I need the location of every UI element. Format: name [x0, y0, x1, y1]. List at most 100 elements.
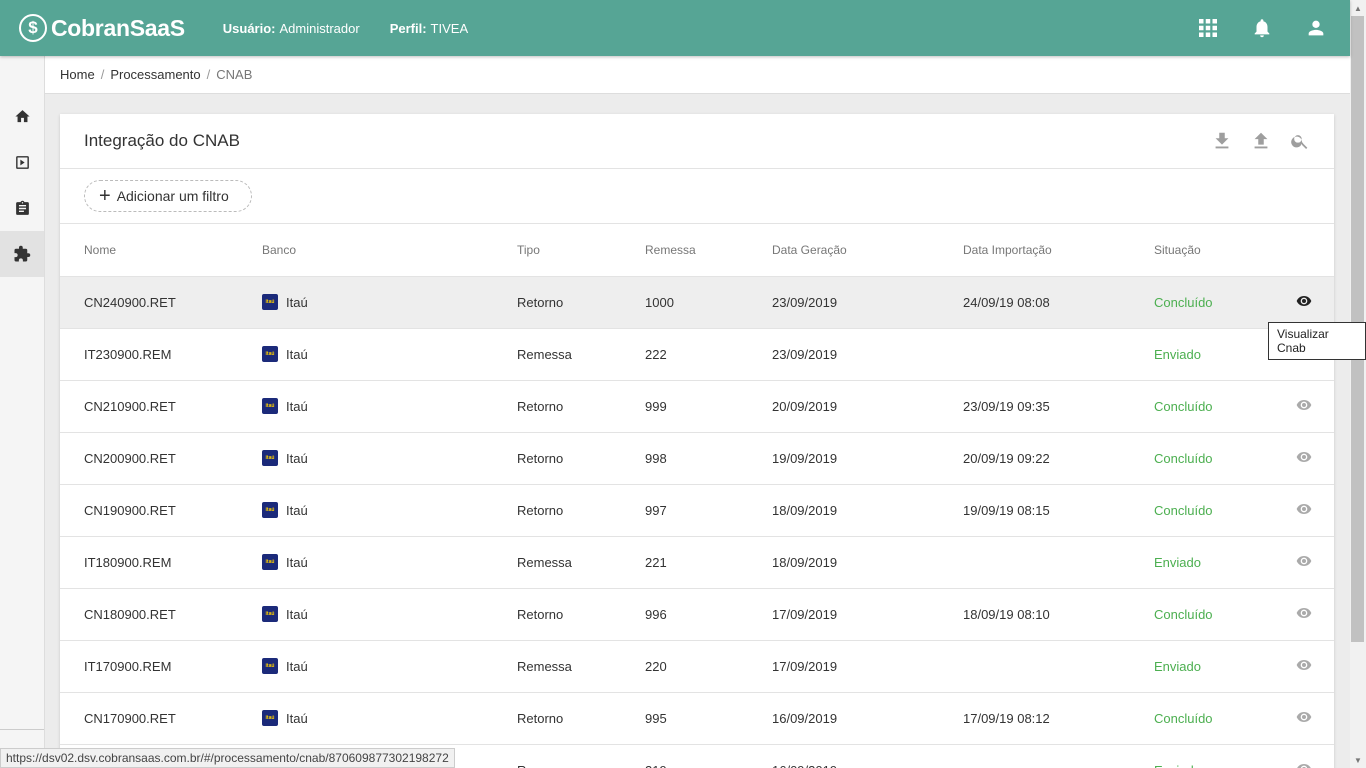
bank-name: Itaú [286, 502, 308, 518]
cell-situacao: Enviado [1154, 744, 1282, 768]
view-eye-icon[interactable] [1296, 657, 1312, 673]
breadcrumb: Home / Processamento / CNAB [45, 56, 1350, 94]
cell-tipo: Remessa [517, 328, 645, 381]
user-icon[interactable] [1304, 16, 1328, 40]
cell-remessa: 220 [645, 640, 772, 693]
table-row[interactable]: IT170900.REM itaú Itaú Remessa 220 17/09/2019… [60, 640, 1334, 693]
cell-data-geracao: 20/09/2019 [772, 380, 963, 433]
download-icon[interactable] [1209, 128, 1234, 153]
profile-label: Perfil: [389, 20, 427, 36]
play-box-icon [15, 155, 29, 169]
bank-name: Itaú [286, 398, 308, 414]
cell-nome: CN170900.RET [60, 692, 262, 745]
scroll-up-arrow-icon[interactable]: ▲ [1350, 0, 1366, 16]
browser-status-url: https://dsv02.dsv.cobransaas.com.br/#/pr… [0, 748, 455, 768]
cell-situacao: Enviado [1154, 328, 1282, 381]
view-eye-icon[interactable] [1296, 449, 1312, 465]
breadcrumb-processamento[interactable]: Processamento [110, 67, 200, 82]
sidebar-item-clipboard[interactable] [0, 185, 44, 231]
cnab-table: Nome Banco Tipo Remessa Data Geração Dat… [60, 224, 1334, 768]
table-row[interactable]: CN200900.RET itaú Itaú Retorno 998 19/09/2019… [60, 432, 1334, 485]
column-header-data-importacao[interactable]: Data Importação [963, 224, 1154, 277]
itau-logo-icon: itaú [262, 294, 278, 310]
cell-actions [1282, 380, 1334, 433]
column-header-data-geracao[interactable]: Data Geração [772, 224, 963, 277]
table-row[interactable]: CN240900.RET itaú Itaú Retorno 1000 23/09/201… [60, 276, 1334, 329]
cell-data-geracao: 16/09/2019 [772, 744, 963, 768]
cell-nome: CN240900.RET [60, 276, 262, 329]
apps-grid-icon[interactable] [1196, 16, 1220, 40]
scroll-down-arrow-icon[interactable]: ▼ [1350, 752, 1366, 768]
breadcrumb-current: CNAB [216, 67, 253, 82]
column-header-nome[interactable]: Nome [60, 224, 262, 277]
cell-remessa: 219 [645, 744, 772, 768]
cell-tipo: Retorno [517, 692, 645, 745]
cell-remessa: 221 [645, 536, 772, 589]
table-row[interactable]: IT180900.REM itaú Itaú Remessa 221 18/09/2019… [60, 536, 1334, 589]
column-header-remessa[interactable]: Remessa [645, 224, 772, 277]
table-row[interactable]: CN190900.RET itaú Itaú Retorno 997 18/09/2019… [60, 484, 1334, 537]
app-logo[interactable]: $ CobranSaaS [19, 14, 185, 42]
cell-situacao: Enviado [1154, 536, 1282, 589]
cell-nome: CN190900.RET [60, 484, 262, 537]
cell-tipo: Retorno [517, 432, 645, 485]
cell-banco: itaú Itaú [262, 588, 517, 641]
table-row[interactable]: CN180900.RET itaú Itaú Retorno 996 17/09/2019… [60, 588, 1334, 641]
search-icon[interactable] [1287, 128, 1312, 153]
bell-icon[interactable] [1250, 16, 1274, 40]
cell-actions [1282, 588, 1334, 641]
column-header-actions [1282, 224, 1334, 277]
view-eye-icon[interactable] [1296, 501, 1312, 517]
itau-logo-icon: itaú [262, 450, 278, 466]
cell-data-importacao [963, 536, 1154, 589]
view-eye-icon[interactable] [1296, 293, 1312, 309]
cell-actions [1282, 536, 1334, 589]
cell-data-importacao: 23/09/19 09:35 [963, 380, 1154, 433]
cell-data-importacao [963, 328, 1154, 381]
cell-data-importacao: 24/09/19 08:08 [963, 276, 1154, 329]
add-filter-label: Adicionar um filtro [116, 188, 229, 204]
sidebar-item-home[interactable] [0, 93, 44, 139]
cell-banco: itaú Itaú [262, 432, 517, 485]
upload-icon[interactable] [1248, 128, 1273, 153]
column-header-banco[interactable]: Banco [262, 224, 517, 277]
add-filter-button[interactable]: + Adicionar um filtro [84, 180, 252, 212]
view-eye-icon[interactable] [1296, 709, 1312, 725]
cell-actions [1282, 640, 1334, 693]
view-eye-icon[interactable] [1296, 397, 1312, 413]
column-header-tipo[interactable]: Tipo [517, 224, 645, 277]
cell-tipo: Retorno [517, 588, 645, 641]
sidebar-item-play[interactable] [0, 139, 44, 185]
cell-data-geracao: 18/09/2019 [772, 536, 963, 589]
cell-situacao: Enviado [1154, 640, 1282, 693]
cell-situacao: Concluído [1154, 276, 1282, 329]
table-row[interactable]: CN210900.RET itaú Itaú Retorno 999 20/09/2019… [60, 380, 1334, 433]
cell-nome: IT180900.REM [60, 536, 262, 589]
cell-remessa: 995 [645, 692, 772, 745]
cell-tipo: Remessa [517, 640, 645, 693]
user-info: Usuário: Administrador [223, 21, 360, 36]
cell-actions [1282, 484, 1334, 537]
view-eye-icon[interactable] [1296, 761, 1312, 768]
column-header-situacao[interactable]: Situação [1154, 224, 1282, 277]
cell-banco: itaú Itaú [262, 380, 517, 433]
cnab-card: Integração do CNAB + Adicionar um filtro… [60, 114, 1334, 768]
view-eye-icon[interactable] [1296, 605, 1312, 621]
sidebar-divider [0, 729, 44, 730]
cell-data-geracao: 17/09/2019 [772, 588, 963, 641]
bank-name: Itaú [286, 346, 308, 362]
home-icon [14, 109, 30, 122]
cell-tipo: Retorno [517, 276, 645, 329]
table-row[interactable]: IT230900.REM itaú Itaú Remessa 222 23/09/2019… [60, 328, 1334, 381]
cell-remessa: 1000 [645, 276, 772, 329]
breadcrumb-home[interactable]: Home [60, 67, 95, 82]
table-row[interactable]: CN170900.RET itaú Itaú Retorno 995 16/09/2019… [60, 692, 1334, 745]
cell-situacao: Concluído [1154, 484, 1282, 537]
itau-logo-icon: itaú [262, 710, 278, 726]
sidebar-item-integration[interactable] [0, 231, 44, 277]
cell-data-importacao: 20/09/19 09:22 [963, 432, 1154, 485]
cell-banco: itaú Itaú [262, 692, 517, 745]
cell-data-geracao: 16/09/2019 [772, 692, 963, 745]
cell-remessa: 998 [645, 432, 772, 485]
view-eye-icon[interactable] [1296, 553, 1312, 569]
